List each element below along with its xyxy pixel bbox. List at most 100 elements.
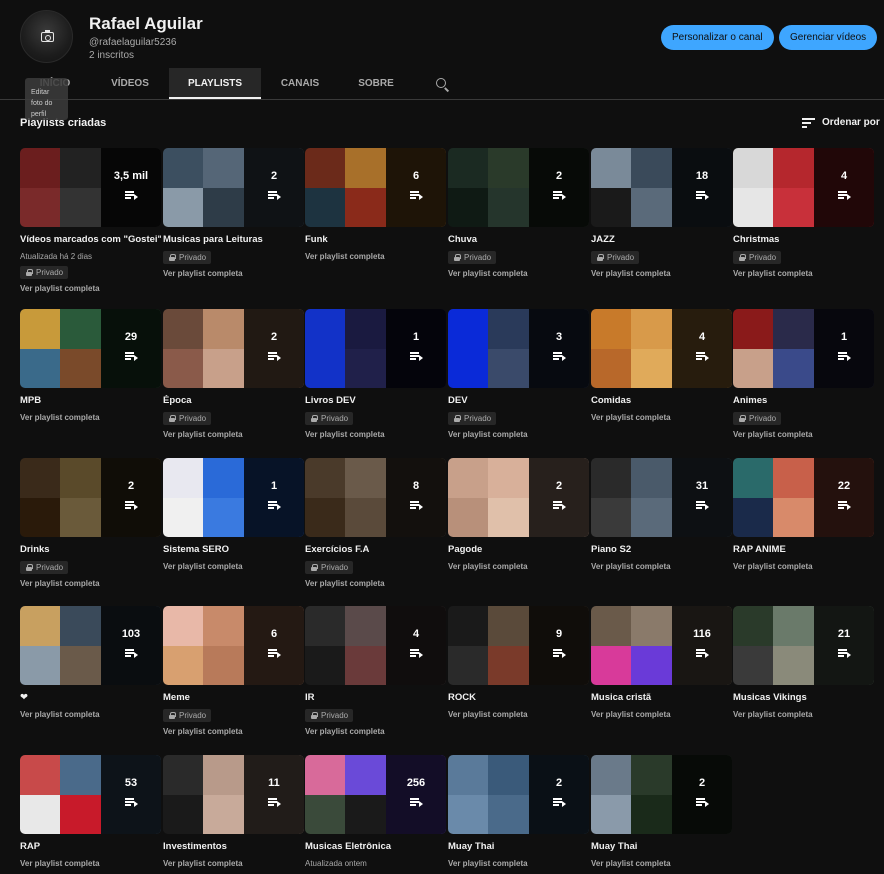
playlist-title[interactable]: Chuva (448, 234, 589, 245)
playlist-title[interactable]: Funk (305, 234, 446, 245)
playlist-thumbnail[interactable]: 103 (20, 606, 161, 685)
playlist-title[interactable]: Christmas (733, 234, 874, 245)
playlist-thumbnail[interactable]: 2 (448, 755, 589, 834)
playlist-thumbnail[interactable]: 2 (591, 755, 732, 834)
playlist-thumbnail[interactable]: 2 (448, 148, 589, 227)
playlist-card[interactable]: 18 JAZZ Privado Ver playlist completa (591, 148, 732, 278)
playlist-thumbnail[interactable]: 31 (591, 458, 732, 537)
playlist-card[interactable]: 116 Musica cristã Ver playlist completa (591, 606, 732, 736)
view-full-playlist-link[interactable]: Ver playlist completa (448, 562, 528, 571)
view-full-playlist-link[interactable]: Ver playlist completa (591, 269, 671, 278)
playlist-title[interactable]: Livros DEV (305, 395, 446, 406)
playlist-card[interactable]: 4 Christmas Privado Ver playlist completa (733, 148, 874, 278)
view-full-playlist-link[interactable]: Ver playlist completa (305, 579, 385, 588)
playlist-thumbnail[interactable]: 22 (733, 458, 874, 537)
view-full-playlist-link[interactable]: Ver playlist completa (733, 269, 813, 278)
playlist-thumbnail[interactable]: 1 (305, 309, 446, 388)
playlist-title[interactable]: RAP (20, 841, 161, 852)
playlist-title[interactable]: Investimentos (163, 841, 304, 852)
playlist-thumbnail[interactable]: 2 (163, 309, 304, 388)
view-full-playlist-link[interactable]: Ver playlist completa (163, 269, 243, 278)
playlist-thumbnail[interactable]: 6 (305, 148, 446, 227)
playlist-thumbnail[interactable]: 2 (448, 458, 589, 537)
playlist-card[interactable]: 2 Muay Thai Ver playlist completa (591, 755, 732, 874)
playlist-card[interactable]: 2 Muay Thai Ver playlist completa (448, 755, 589, 874)
playlist-card[interactable]: 4 IR Privado Ver playlist completa (305, 606, 446, 736)
playlist-title[interactable]: Drinks (20, 544, 161, 555)
playlist-card[interactable]: 53 RAP Ver playlist completa (20, 755, 161, 874)
playlist-title[interactable]: Musicas Eletrônica (305, 841, 446, 852)
playlist-thumbnail[interactable]: 2 (20, 458, 161, 537)
channel-avatar[interactable] (20, 10, 73, 63)
search-icon[interactable] (436, 78, 446, 88)
playlist-thumbnail[interactable]: 8 (305, 458, 446, 537)
playlist-title[interactable]: IR (305, 692, 446, 703)
playlist-thumbnail[interactable]: 4 (733, 148, 874, 227)
playlist-title[interactable]: Musica cristã (591, 692, 732, 703)
playlist-card[interactable]: 21 Musicas Vikings Ver playlist completa (733, 606, 874, 736)
view-full-playlist-link[interactable]: Ver playlist completa (733, 710, 813, 719)
view-full-playlist-link[interactable]: Ver playlist completa (448, 710, 528, 719)
playlist-thumbnail[interactable]: 1 (163, 458, 304, 537)
playlist-title[interactable]: Exercícios F.A (305, 544, 446, 555)
playlist-card[interactable]: 6 Meme Privado Ver playlist completa (163, 606, 304, 736)
view-full-playlist-link[interactable]: Ver playlist completa (20, 579, 100, 588)
playlist-title[interactable]: Muay Thai (448, 841, 589, 852)
view-full-playlist-link[interactable]: Ver playlist completa (733, 562, 813, 571)
playlist-thumbnail[interactable]: 29 (20, 309, 161, 388)
tab-videos[interactable]: VÍDEOS (100, 68, 160, 99)
playlist-thumbnail[interactable]: 53 (20, 755, 161, 834)
playlist-thumbnail[interactable]: 116 (591, 606, 732, 685)
tab-playlists[interactable]: PLAYLISTS (169, 68, 261, 99)
playlist-title[interactable]: Muay Thai (591, 841, 732, 852)
playlist-thumbnail[interactable]: 3,5 mil (20, 148, 161, 227)
view-full-playlist-link[interactable]: Ver playlist completa (163, 727, 243, 736)
view-full-playlist-link[interactable]: Ver playlist completa (591, 413, 671, 422)
playlist-card[interactable]: 2 Chuva Privado Ver playlist completa (448, 148, 589, 278)
playlist-title[interactable]: Comidas (591, 395, 732, 406)
view-full-playlist-link[interactable]: Ver playlist completa (591, 859, 671, 868)
playlist-card[interactable]: 4 Comidas Ver playlist completa (591, 309, 732, 439)
view-full-playlist-link[interactable]: Ver playlist completa (448, 859, 528, 868)
view-full-playlist-link[interactable]: Ver playlist completa (305, 430, 385, 439)
view-full-playlist-link[interactable]: Ver playlist completa (305, 252, 385, 261)
playlist-card[interactable]: 11 Investimentos Ver playlist completa (163, 755, 304, 874)
playlist-thumbnail[interactable]: 256 (305, 755, 446, 834)
view-full-playlist-link[interactable]: Ver playlist completa (20, 284, 100, 293)
view-full-playlist-link[interactable]: Ver playlist completa (163, 430, 243, 439)
playlist-card[interactable]: 256Musicas EletrônicaAtualizada ontemVer… (305, 755, 446, 874)
playlist-card[interactable]: 8 Exercícios F.A Privado Ver playlist compl… (305, 458, 446, 588)
view-full-playlist-link[interactable]: Ver playlist completa (163, 859, 243, 868)
playlist-title[interactable]: Pagode (448, 544, 589, 555)
playlist-card[interactable]: 3 DEV Privado Ver playlist completa (448, 309, 589, 439)
playlist-thumbnail[interactable]: 18 (591, 148, 732, 227)
playlist-card[interactable]: 3,5 mil Vídeos marcados com "Gostei" Atual… (20, 148, 161, 293)
playlist-title[interactable]: Musicas para Leituras (163, 234, 304, 245)
playlist-card[interactable]: 2 Drinks Privado Ver playlist completa (20, 458, 161, 588)
view-full-playlist-link[interactable]: Ver playlist completa (733, 430, 813, 439)
tab-channels[interactable]: CANAIS (272, 68, 328, 99)
playlist-thumbnail[interactable]: 3 (448, 309, 589, 388)
view-full-playlist-link[interactable]: Ver playlist completa (448, 269, 528, 278)
view-full-playlist-link[interactable]: Ver playlist completa (591, 710, 671, 719)
playlist-title[interactable]: Animes (733, 395, 874, 406)
view-full-playlist-link[interactable]: Ver playlist completa (591, 562, 671, 571)
view-full-playlist-link[interactable]: Ver playlist completa (305, 727, 385, 736)
playlist-thumbnail[interactable]: 1 (733, 309, 874, 388)
playlist-thumbnail[interactable]: 21 (733, 606, 874, 685)
view-full-playlist-link[interactable]: Ver playlist completa (20, 413, 100, 422)
view-full-playlist-link[interactable]: Ver playlist completa (163, 562, 243, 571)
playlist-card[interactable]: 1 Animes Privado Ver playlist completa (733, 309, 874, 439)
playlist-title[interactable]: ❤ (20, 692, 161, 703)
playlist-card[interactable]: 2 Musicas para Leituras Privado Ver playlis… (163, 148, 304, 278)
playlist-card[interactable]: 1 Livros DEV Privado Ver playlist completa (305, 309, 446, 439)
playlist-thumbnail[interactable]: 4 (591, 309, 732, 388)
playlist-card[interactable]: 9 ROCK Ver playlist completa (448, 606, 589, 736)
view-full-playlist-link[interactable]: Ver playlist completa (20, 710, 100, 719)
playlist-card[interactable]: 22 RAP ANIME Ver playlist completa (733, 458, 874, 588)
playlist-thumbnail[interactable]: 4 (305, 606, 446, 685)
customize-channel-button[interactable]: Personalizar o canal (661, 25, 774, 50)
playlist-card[interactable]: 31 Piano S2 Ver playlist completa (591, 458, 732, 588)
playlist-card[interactable]: 103 ❤ Ver playlist completa (20, 606, 161, 736)
playlist-title[interactable]: Musicas Vikings (733, 692, 874, 703)
